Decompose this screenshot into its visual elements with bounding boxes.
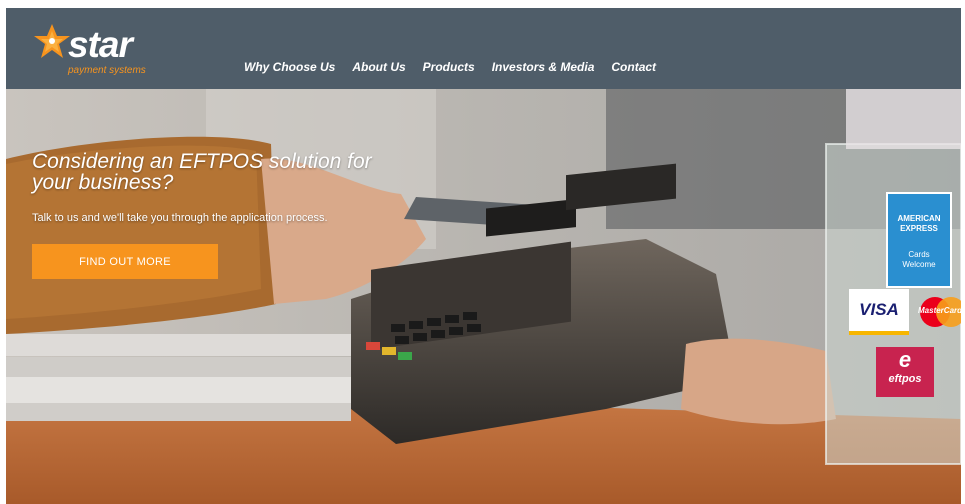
visa-text: VISA xyxy=(859,300,899,319)
site-header: star payment systems Why Choose Us About… xyxy=(6,8,961,89)
nav-why-choose-us[interactable]: Why Choose Us xyxy=(244,59,335,75)
eftpos-mark-icon: e xyxy=(898,347,912,372)
visa-logo: VISA xyxy=(849,289,909,335)
eftpos-logo: e eftpos xyxy=(876,347,934,397)
mastercard-text: MasterCard xyxy=(918,306,961,315)
amex-line2: EXPRESS xyxy=(900,224,938,233)
star-logo-icon xyxy=(34,24,70,58)
hero-subline: Talk to us and we'll take you through th… xyxy=(32,212,328,224)
nav-contact[interactable]: Contact xyxy=(611,59,656,75)
amex-line4: Welcome xyxy=(902,260,936,269)
nav-investors-media[interactable]: Investors & Media xyxy=(492,59,595,75)
hero-banner: AMERICAN EXPRESS Cards Welcome VISA Mast… xyxy=(6,89,961,504)
amex-logo: AMERICAN EXPRESS Cards Welcome xyxy=(886,192,952,288)
main-nav: Why Choose Us About Us Products Investor… xyxy=(244,59,673,75)
mastercard-logo: MasterCard xyxy=(916,293,961,335)
amex-line3: Cards xyxy=(908,250,930,259)
nav-products[interactable]: Products xyxy=(423,59,475,75)
amex-line1: AMERICAN xyxy=(897,214,941,223)
brand-logo[interactable]: star payment systems xyxy=(28,16,178,82)
find-out-more-button[interactable]: FIND OUT MORE xyxy=(32,244,218,279)
nav-about-us[interactable]: About Us xyxy=(352,59,405,75)
brand-name: star xyxy=(68,24,133,65)
page-frame: star payment systems Why Choose Us About… xyxy=(6,8,961,504)
eftpos-text: eftpos xyxy=(888,373,922,385)
brand-tagline: payment systems xyxy=(68,65,146,76)
hero-headline: Considering an EFTPOS solution for your … xyxy=(32,150,372,194)
